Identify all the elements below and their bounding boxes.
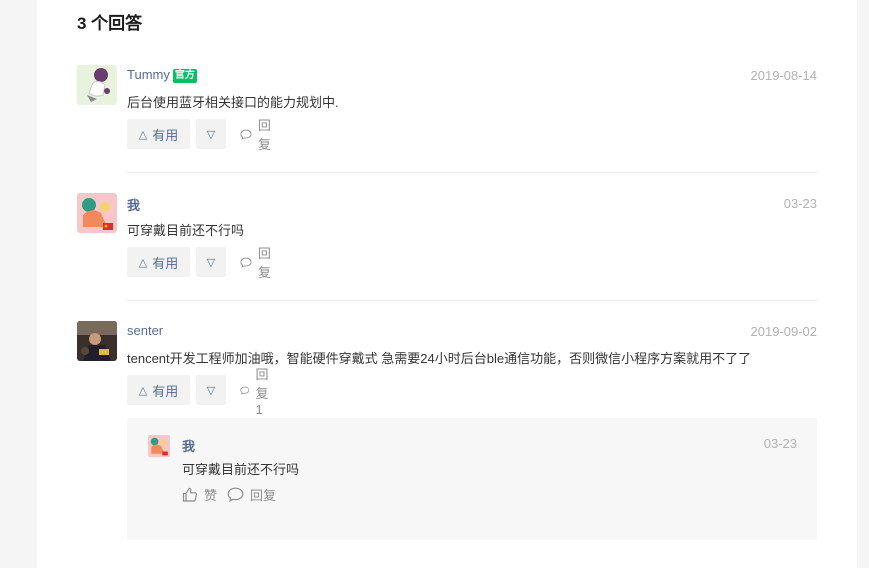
answer-content: 后台使用蓝牙相关接口的能力规划中.	[127, 95, 339, 110]
nested-reply: 我 03-23 可穿戴目前还不行吗 赞 回复	[127, 418, 817, 540]
author-name[interactable]: Tummy	[127, 67, 170, 82]
comment-bubble-icon	[240, 257, 252, 268]
avatar[interactable]	[77, 321, 117, 361]
useful-label: 有用	[152, 255, 179, 271]
answer-author[interactable]: Tummy 官方	[127, 67, 197, 83]
divider	[127, 300, 817, 301]
triangle-up-icon: △	[138, 256, 148, 269]
divider	[127, 172, 817, 173]
official-badge: 官方	[172, 69, 197, 83]
reply-date: 03-23	[763, 436, 797, 451]
answer-date: 2019-08-14	[750, 68, 818, 83]
answer-author[interactable]: senter	[127, 323, 163, 338]
reply-actions: 赞 回复	[182, 485, 286, 504]
reply-button[interactable]: 回复 1	[240, 367, 276, 417]
reply-button[interactable]: 回复	[227, 485, 276, 504]
not-useful-button[interactable]: ▽	[196, 375, 226, 405]
answers-panel: 3 个回答 Tummy 官方 2019-08-14 后台使用蓝牙相关接口的能力规划…	[37, 0, 857, 568]
answer-item: 我 03-23 可穿戴目前还不行吗 △ 有用 ▽ 回复	[77, 193, 817, 283]
not-useful-button[interactable]: ▽	[196, 247, 226, 277]
triangle-down-icon: ▽	[206, 256, 216, 269]
useful-label: 有用	[152, 383, 179, 399]
answer-date: 2019-09-02	[750, 324, 818, 339]
answer-author[interactable]: 我	[127, 195, 140, 214]
like-label: 赞	[204, 488, 218, 503]
reply-button[interactable]: 回复	[240, 246, 276, 280]
answer-item: Tummy 官方 2019-08-14 后台使用蓝牙相关接口的能力规划中. △ 有…	[77, 65, 817, 155]
comment-bubble-icon	[227, 487, 244, 502]
reply-label: 回复	[257, 118, 271, 152]
avatar[interactable]	[148, 435, 170, 457]
like-button[interactable]: 赞	[182, 485, 217, 504]
answer-item: senter 2019-09-02 tencent开发工程师加油哦，智能硬件穿戴…	[77, 321, 818, 417]
triangle-down-icon: ▽	[206, 384, 216, 397]
not-useful-button[interactable]: ▽	[196, 119, 226, 149]
reply-label: 回复 1	[255, 366, 269, 417]
reply-label: 回复	[257, 246, 271, 280]
comment-bubble-icon	[240, 129, 252, 140]
comment-bubble-icon	[240, 386, 250, 395]
useful-button[interactable]: △ 有用	[127, 375, 190, 405]
answer-content: tencent开发工程师加油哦，智能硬件穿戴式 急需要24小时后台ble通信功能…	[127, 351, 752, 366]
useful-button[interactable]: △ 有用	[127, 247, 190, 277]
avatar[interactable]	[77, 65, 117, 105]
triangle-up-icon: △	[138, 384, 148, 397]
reply-label: 回复	[250, 488, 277, 503]
reply-button[interactable]: 回复	[240, 118, 276, 152]
useful-button[interactable]: △ 有用	[127, 119, 190, 149]
triangle-up-icon: △	[138, 128, 148, 141]
answer-content: 可穿戴目前还不行吗	[127, 223, 245, 238]
answer-date: 03-23	[783, 196, 817, 211]
useful-label: 有用	[152, 127, 179, 143]
triangle-down-icon: ▽	[206, 128, 216, 141]
thumbs-up-icon	[182, 487, 198, 502]
answers-count-heading: 3 个回答	[77, 14, 143, 33]
reply-author[interactable]: 我	[182, 436, 195, 455]
avatar[interactable]	[77, 193, 117, 233]
reply-content: 可穿戴目前还不行吗	[182, 462, 300, 477]
